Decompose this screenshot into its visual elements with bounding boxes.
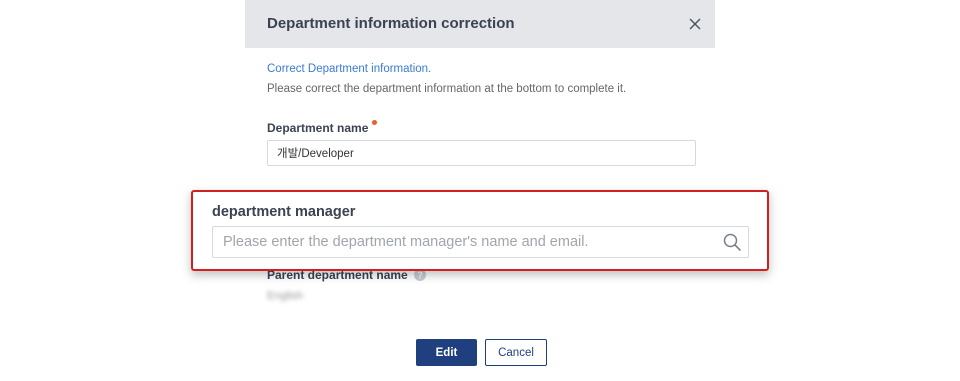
cancel-button[interactable]: Cancel (485, 339, 547, 366)
close-icon[interactable] (686, 15, 704, 33)
intro-link: Correct Department information. (267, 63, 432, 75)
parent-department-value: English (267, 290, 304, 302)
department-manager-highlight: department manager (191, 190, 769, 271)
search-icon[interactable] (722, 232, 742, 252)
department-manager-label: department manager (212, 204, 356, 220)
department-manager-search-input[interactable] (212, 226, 749, 258)
modal-header: Department information correction (245, 0, 715, 48)
modal-title: Department information correction (267, 15, 515, 32)
edit-button[interactable]: Edit (416, 339, 477, 366)
intro-text: Please correct the department informatio… (267, 83, 627, 95)
department-name-input[interactable] (267, 140, 696, 166)
required-indicator (372, 120, 377, 125)
department-name-label: Department name (267, 121, 369, 135)
